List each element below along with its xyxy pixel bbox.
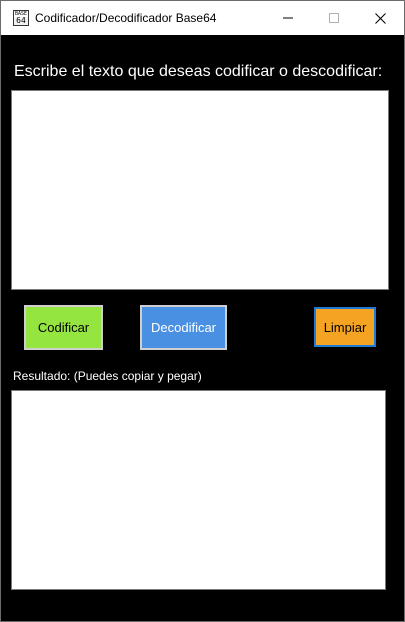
input-text-area[interactable] <box>11 90 389 290</box>
minimize-icon <box>283 17 293 19</box>
base64-app-icon[interactable]: BASE 64 <box>13 10 29 26</box>
output-text-area[interactable] <box>11 390 386 590</box>
minimize-button[interactable] <box>265 1 311 35</box>
maximize-icon <box>329 13 339 23</box>
app-icon-bottom-text: 64 <box>16 16 26 25</box>
title-bar[interactable]: BASE 64 Codificador/Decodificador Base64 <box>1 1 404 35</box>
close-button[interactable] <box>357 1 403 35</box>
close-icon <box>374 12 386 24</box>
encode-button[interactable]: Codificar <box>24 305 103 350</box>
instruction-label: Escribe el texto que deseas codificar o … <box>14 63 383 80</box>
window-title: Codificador/Decodificador Base64 <box>35 11 217 25</box>
main-panel: Escribe el texto que deseas codificar o … <box>1 35 404 621</box>
maximize-button[interactable] <box>311 1 357 35</box>
app-window: BASE 64 Codificador/Decodificador Base64… <box>0 0 405 622</box>
decode-button[interactable]: Decodificar <box>140 305 227 350</box>
result-label: Resultado: (Puedes copiar y pegar) <box>13 369 202 383</box>
clear-button[interactable]: Limpiar <box>314 307 376 347</box>
